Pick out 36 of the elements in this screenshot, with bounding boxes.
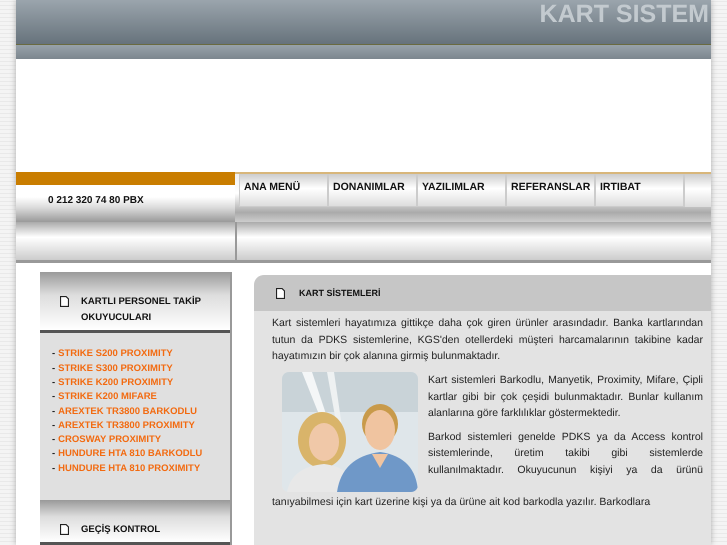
paragraph: Kart sistemleri Barkodlu, Manyetik, Proximity, Mifare, Çipli kartlar gibi bir çok çeşidi bulunmaktadır. Bunlar kullanım alanlarına göre farklılıklar göstermektedir.: [428, 373, 703, 421]
list-dash: -: [52, 447, 56, 462]
section-title: GEÇİŞ KONTROL: [81, 522, 160, 537]
list-dash: -: [52, 418, 56, 433]
document-icon: [276, 288, 285, 299]
section-title: KARTLI PERSONEL TAKİP OKUYUCULARI: [81, 294, 202, 326]
list-dash: -: [52, 376, 56, 390]
tab-filler: [684, 174, 711, 208]
nav-tab[interactable]: REFERANSLAR: [506, 174, 595, 208]
product-link[interactable]: STRIKE S300 PROXIMITY: [58, 362, 173, 376]
nav-tab[interactable]: DONANIMLAR: [328, 174, 417, 208]
product-link[interactable]: AREXTEK TR3800 BARKODLU: [58, 404, 197, 419]
list-dash: -: [52, 462, 56, 476]
product-link[interactable]: CROSWAY PROXIMITY: [58, 433, 162, 448]
document-icon: [60, 524, 69, 535]
site-title: KART SISTEM: [540, 0, 709, 30]
list-dash: -: [52, 433, 56, 448]
list-dash: -: [52, 362, 56, 376]
paragraph: Barkod sistemleri genelde PDKS ya da Access kontrol sistemlerinde, üretim takibi gibi sistemlerde kullanılmaktadır. Okuyucunun kişiyi ya da ürünü: [428, 430, 703, 478]
product-link[interactable]: AREXTEK TR3800 PROXIMITY: [58, 418, 195, 434]
product-link[interactable]: STRIKE K200 MIFARE: [58, 390, 157, 405]
content-title: KART SİSTEMLERİ: [299, 288, 381, 298]
nav-tab[interactable]: ANA MENÜ: [239, 174, 328, 208]
list-dash: -: [52, 390, 56, 404]
paragraph: Kart sistemleri hayatımıza gittikçe daha çok giren ürünler arasındadır. Banka kartlarından tutun da PDKS sistemlerine, KGS'den otellerdeki müşteri harcamalarının takibine kadar hayatımızın bir çok alanına girmiş bulunmaktadır.: [272, 316, 703, 364]
product-link[interactable]: HUNDURE HTA 810 BARKODLU: [58, 447, 202, 462]
list-dash: -: [52, 347, 56, 362]
nav-tab[interactable]: IRTIBAT: [595, 174, 684, 208]
product-link[interactable]: STRIKE K200 PROXIMITY: [58, 376, 174, 390]
product-link[interactable]: STRIKE S200 PROXIMITY: [58, 347, 173, 362]
product-link[interactable]: HUNDURE HTA 810 PROXIMITY: [58, 462, 200, 476]
paragraph: tanıyabilmesi için kart üzerine kişi ya da ürüne ait kod barkodla yazılır. Barkodlara: [272, 495, 652, 510]
document-icon: [60, 296, 69, 308]
phone-number: 0 212 320 74 80 PBX: [47, 194, 145, 206]
nav-tab[interactable]: YAZILIMLAR: [417, 174, 506, 208]
list-dash: -: [52, 404, 56, 419]
